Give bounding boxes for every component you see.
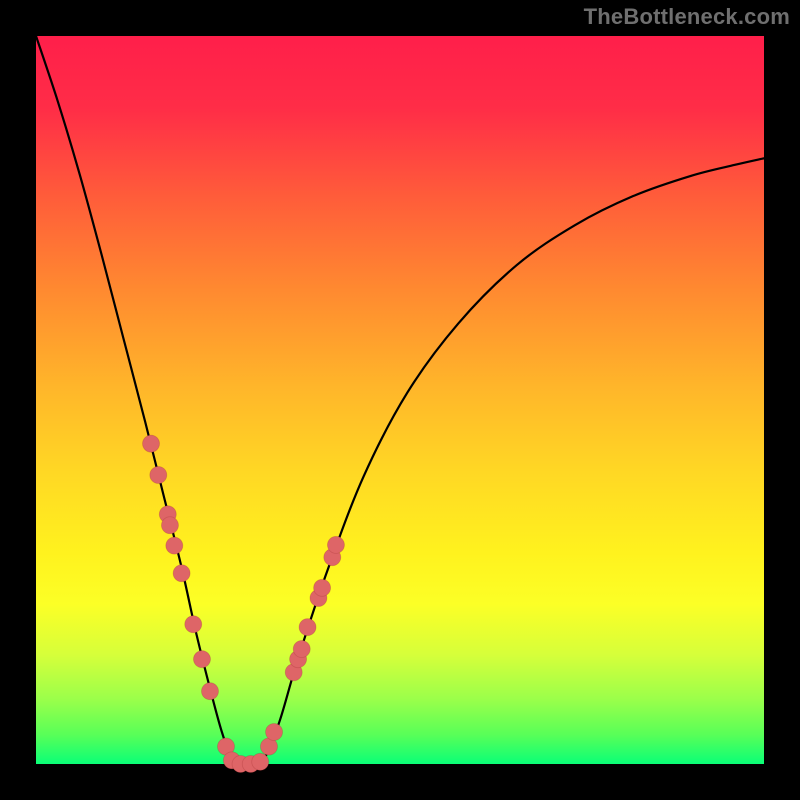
plot-area — [36, 36, 764, 764]
data-dot — [185, 616, 202, 633]
data-dot — [193, 651, 210, 668]
data-dot — [266, 723, 283, 740]
chart-frame: TheBottleneck.com — [0, 0, 800, 800]
bottleneck-curve — [36, 36, 764, 765]
data-dot — [143, 435, 160, 452]
data-dot — [166, 537, 183, 554]
data-dot — [161, 517, 178, 534]
data-dot — [299, 619, 316, 636]
watermark-text: TheBottleneck.com — [584, 4, 790, 30]
curve-svg — [36, 36, 764, 764]
data-dot — [327, 536, 344, 553]
data-dot — [150, 466, 167, 483]
data-dots-group — [143, 435, 345, 772]
data-dot — [293, 640, 310, 657]
data-dot — [173, 565, 190, 582]
data-dot — [314, 579, 331, 596]
data-dot — [252, 753, 269, 770]
data-dot — [201, 683, 218, 700]
